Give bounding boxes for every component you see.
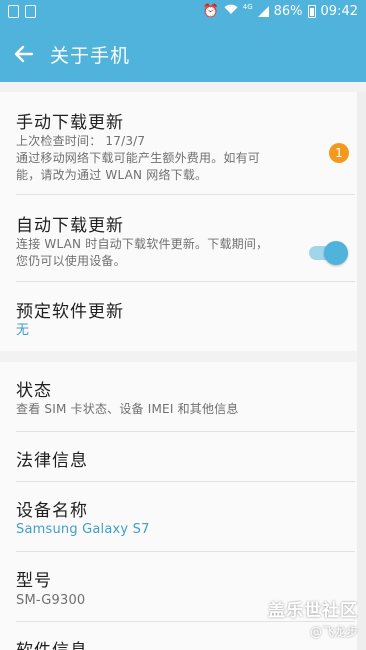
image-icon: [8, 5, 19, 18]
auto-update-toggle[interactable]: [307, 241, 348, 265]
model-title: 型号: [16, 571, 52, 591]
battery-icon: [307, 5, 316, 18]
status-right: ⏰ 4G 86% 09:42: [202, 2, 358, 20]
battery-percent: 86%: [273, 4, 303, 19]
watermark-main: 盖乐世社区: [268, 601, 358, 621]
manual-update-desc-line2: 能，请改为通过 WLAN 网络下载。: [16, 168, 208, 182]
legal-info-title: 法律信息: [16, 451, 88, 471]
manual-update-title: 手动下载更新: [16, 113, 124, 133]
update-count-badge: 1: [329, 143, 349, 163]
network-type: 4G: [242, 2, 253, 11]
device-name-value: Samsung Galaxy S7: [16, 522, 150, 537]
auto-update-title: 自动下载更新: [16, 216, 124, 236]
signal-icon: [257, 6, 269, 17]
scheduled-update-item[interactable]: 预定软件更新 无: [0, 282, 357, 351]
device-name-item[interactable]: 设备名称 Samsung Galaxy S7: [0, 482, 357, 552]
status-bar: ⏰ 4G 86% 09:42: [0, 0, 366, 26]
last-check-time: 上次检查时间： 17/3/7: [16, 134, 146, 148]
device-name-title: 设备名称: [16, 501, 88, 521]
manual-update-desc-line1: 通过移动网络下载可能产生额外费用。如有可: [16, 151, 261, 165]
sim-icon: [25, 5, 36, 18]
watermark: 盖乐世社区 @飞龙步: [268, 596, 358, 640]
scrollbar[interactable]: [357, 92, 366, 650]
status-item[interactable]: 状态 查看 SIM 卡状态、设备 IMEI 和其他信息: [0, 362, 357, 432]
legal-info-item[interactable]: 法律信息: [0, 432, 357, 482]
software-info-title: 软件信息: [16, 636, 88, 650]
back-button[interactable]: [10, 40, 38, 68]
auto-update-desc-line2: 您仍可以使用设备。: [16, 254, 126, 268]
wifi-icon: [224, 4, 238, 19]
status-desc: 查看 SIM 卡状态、设备 IMEI 和其他信息: [16, 402, 239, 416]
status-title: 状态: [16, 381, 52, 401]
page-title: 关于手机: [50, 45, 131, 67]
manual-update-item[interactable]: 手动下载更新 上次检查时间： 17/3/7 通过移动网络下载可能产生额外费用。如…: [0, 92, 357, 195]
scheduled-update-title: 预定软件更新: [16, 302, 124, 322]
auto-update-desc-line1: 连接 WLAN 时自动下载软件更新。下载期间，: [16, 237, 269, 251]
arrow-left-icon: [14, 45, 34, 63]
status-left-icons: [8, 5, 36, 18]
auto-update-item[interactable]: 自动下载更新 连接 WLAN 时自动下载软件更新。下载期间， 您仍可以使用设备。: [0, 195, 357, 282]
watermark-sub: @飞龙步: [309, 625, 358, 639]
scheduled-update-value: 无: [16, 323, 30, 338]
clock: 09:42: [320, 4, 358, 19]
toggle-thumb: [324, 241, 348, 265]
settings-content[interactable]: 手动下载更新 上次检查时间： 17/3/7 通过移动网络下载可能产生额外费用。如…: [0, 82, 366, 650]
software-update-section: 手动下载更新 上次检查时间： 17/3/7 通过移动网络下载可能产生额外费用。如…: [0, 92, 357, 351]
alarm-icon: ⏰: [202, 4, 219, 19]
model-value: SM-G9300: [16, 593, 86, 608]
app-bar: 关于手机: [0, 26, 366, 82]
